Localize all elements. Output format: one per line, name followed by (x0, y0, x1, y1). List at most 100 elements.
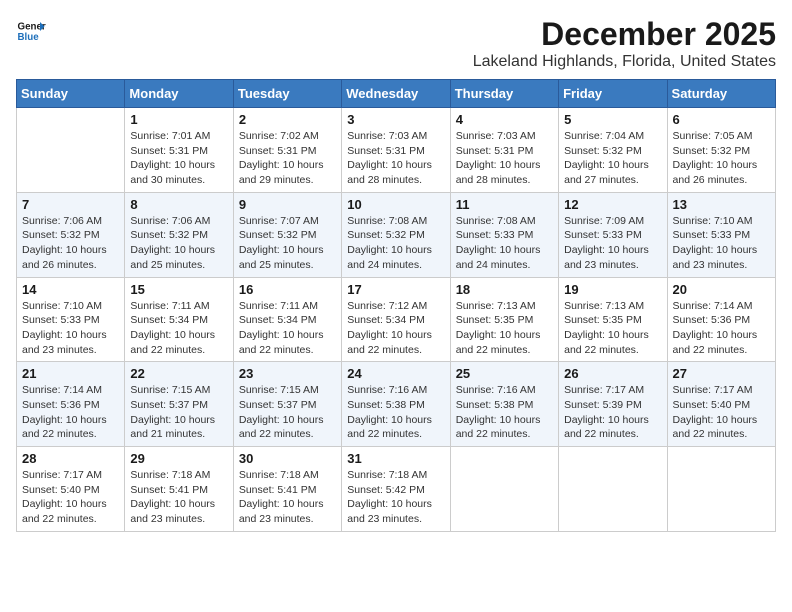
day-number: 13 (673, 197, 770, 212)
day-number: 6 (673, 112, 770, 127)
calendar-cell: 5Sunrise: 7:04 AMSunset: 5:32 PMDaylight… (559, 108, 667, 193)
calendar-cell: 10 Sunrise: 7:08 AMSunset: 5:32 PMDayligh… (342, 192, 450, 277)
calendar-table: SundayMondayTuesdayWednesdayThursdayFrid… (16, 79, 776, 532)
day-info: Sunrise: 7:16 AMSunset: 5:38 PMDaylight:… (456, 383, 553, 442)
weekday-header: Wednesday (342, 80, 450, 108)
day-number: 2 (239, 112, 336, 127)
calendar-cell: 29 Sunrise: 7:18 AMSunset: 5:41 PMDayligh… (125, 447, 233, 532)
calendar-cell: 4 Sunrise: 7:03 AMSunset: 5:31 PMDaylight… (450, 108, 558, 193)
calendar-cell: 27Sunrise: 7:17 AMSunset: 5:40 PMDayligh… (667, 362, 775, 447)
weekday-header: Thursday (450, 80, 558, 108)
calendar-cell: 21 Sunrise: 7:14 AMSunset: 5:36 PMDayligh… (17, 362, 125, 447)
calendar-cell: 18 Sunrise: 7:13 AMSunset: 5:35 PMDayligh… (450, 277, 558, 362)
day-info: Sunrise: 7:03 AMSunset: 5:31 PMDaylight:… (456, 129, 553, 188)
calendar-cell: 9Sunrise: 7:07 AMSunset: 5:32 PMDaylight… (233, 192, 341, 277)
day-number: 18 (456, 282, 553, 297)
calendar-cell: 30Sunrise: 7:18 AMSunset: 5:41 PMDayligh… (233, 447, 341, 532)
day-number: 29 (130, 451, 227, 466)
calendar-week-row: 14 Sunrise: 7:10 AMSunset: 5:33 PMDayligh… (17, 277, 776, 362)
calendar-cell: 22 Sunrise: 7:15 AMSunset: 5:37 PMDayligh… (125, 362, 233, 447)
day-info: Sunrise: 7:11 AMSunset: 5:34 PMDaylight:… (239, 299, 336, 358)
day-info: Sunrise: 7:04 AMSunset: 5:32 PMDaylight:… (564, 129, 661, 188)
day-number: 23 (239, 366, 336, 381)
day-number: 11 (456, 197, 553, 212)
day-number: 12 (564, 197, 661, 212)
page-header: General Blue December 2025 Lakeland High… (16, 16, 776, 71)
calendar-week-row: 28 Sunrise: 7:17 AMSunset: 5:40 PMDayligh… (17, 447, 776, 532)
day-info: Sunrise: 7:10 AMSunset: 5:33 PMDaylight:… (22, 299, 119, 358)
day-info: Sunrise: 7:06 AMSunset: 5:32 PMDaylight:… (130, 214, 227, 273)
calendar-cell: 20 Sunrise: 7:14 AMSunset: 5:36 PMDayligh… (667, 277, 775, 362)
weekday-header: Monday (125, 80, 233, 108)
calendar-subtitle: Lakeland Highlands, Florida, United Stat… (473, 53, 776, 71)
day-info: Sunrise: 7:12 AMSunset: 5:34 PMDaylight:… (347, 299, 444, 358)
day-number: 21 (22, 366, 119, 381)
day-info: Sunrise: 7:02 AMSunset: 5:31 PMDaylight:… (239, 129, 336, 188)
day-number: 20 (673, 282, 770, 297)
calendar-week-row: 1Sunrise: 7:01 AMSunset: 5:31 PMDaylight… (17, 108, 776, 193)
day-info: Sunrise: 7:08 AMSunset: 5:32 PMDaylight:… (347, 214, 444, 273)
day-info: Sunrise: 7:15 AMSunset: 5:37 PMDaylight:… (130, 383, 227, 442)
calendar-cell: 12 Sunrise: 7:09 AMSunset: 5:33 PMDayligh… (559, 192, 667, 277)
calendar-cell: 8 Sunrise: 7:06 AMSunset: 5:32 PMDaylight… (125, 192, 233, 277)
calendar-cell: 16 Sunrise: 7:11 AMSunset: 5:34 PMDayligh… (233, 277, 341, 362)
weekday-header: Tuesday (233, 80, 341, 108)
calendar-cell: 25 Sunrise: 7:16 AMSunset: 5:38 PMDayligh… (450, 362, 558, 447)
day-info: Sunrise: 7:10 AMSunset: 5:33 PMDaylight:… (673, 214, 770, 273)
calendar-cell: 7 Sunrise: 7:06 AMSunset: 5:32 PMDaylight… (17, 192, 125, 277)
day-info: Sunrise: 7:16 AMSunset: 5:38 PMDaylight:… (347, 383, 444, 442)
day-info: Sunrise: 7:18 AMSunset: 5:41 PMDaylight:… (130, 468, 227, 527)
day-number: 3 (347, 112, 444, 127)
day-number: 28 (22, 451, 119, 466)
calendar-cell: 1Sunrise: 7:01 AMSunset: 5:31 PMDaylight… (125, 108, 233, 193)
calendar-title: December 2025 (473, 16, 776, 53)
day-number: 19 (564, 282, 661, 297)
calendar-cell (450, 447, 558, 532)
calendar-cell: 11 Sunrise: 7:08 AMSunset: 5:33 PMDayligh… (450, 192, 558, 277)
calendar-cell: 19 Sunrise: 7:13 AMSunset: 5:35 PMDayligh… (559, 277, 667, 362)
day-number: 10 (347, 197, 444, 212)
title-block: December 2025 Lakeland Highlands, Florid… (473, 16, 776, 71)
calendar-cell (667, 447, 775, 532)
calendar-cell: 6 Sunrise: 7:05 AMSunset: 5:32 PMDaylight… (667, 108, 775, 193)
calendar-cell: 26 Sunrise: 7:17 AMSunset: 5:39 PMDayligh… (559, 362, 667, 447)
day-info: Sunrise: 7:14 AMSunset: 5:36 PMDaylight:… (22, 383, 119, 442)
day-number: 25 (456, 366, 553, 381)
day-info: Sunrise: 7:05 AMSunset: 5:32 PMDaylight:… (673, 129, 770, 188)
day-info: Sunrise: 7:17 AMSunset: 5:40 PMDaylight:… (22, 468, 119, 527)
calendar-cell: 31Sunrise: 7:18 AMSunset: 5:42 PMDayligh… (342, 447, 450, 532)
day-number: 4 (456, 112, 553, 127)
day-info: Sunrise: 7:13 AMSunset: 5:35 PMDaylight:… (564, 299, 661, 358)
day-number: 16 (239, 282, 336, 297)
calendar-cell (17, 108, 125, 193)
day-info: Sunrise: 7:17 AMSunset: 5:40 PMDaylight:… (673, 383, 770, 442)
calendar-cell (559, 447, 667, 532)
day-info: Sunrise: 7:18 AMSunset: 5:42 PMDaylight:… (347, 468, 444, 527)
day-number: 7 (22, 197, 119, 212)
day-info: Sunrise: 7:17 AMSunset: 5:39 PMDaylight:… (564, 383, 661, 442)
day-number: 14 (22, 282, 119, 297)
weekday-header: Sunday (17, 80, 125, 108)
day-info: Sunrise: 7:01 AMSunset: 5:31 PMDaylight:… (130, 129, 227, 188)
calendar-week-row: 21 Sunrise: 7:14 AMSunset: 5:36 PMDayligh… (17, 362, 776, 447)
day-info: Sunrise: 7:14 AMSunset: 5:36 PMDaylight:… (673, 299, 770, 358)
day-info: Sunrise: 7:15 AMSunset: 5:37 PMDaylight:… (239, 383, 336, 442)
logo-icon: General Blue (16, 16, 46, 46)
day-number: 26 (564, 366, 661, 381)
calendar-cell: 15Sunrise: 7:11 AMSunset: 5:34 PMDayligh… (125, 277, 233, 362)
calendar-cell: 3Sunrise: 7:03 AMSunset: 5:31 PMDaylight… (342, 108, 450, 193)
day-info: Sunrise: 7:06 AMSunset: 5:32 PMDaylight:… (22, 214, 119, 273)
day-info: Sunrise: 7:08 AMSunset: 5:33 PMDaylight:… (456, 214, 553, 273)
weekday-header: Saturday (667, 80, 775, 108)
day-info: Sunrise: 7:13 AMSunset: 5:35 PMDaylight:… (456, 299, 553, 358)
calendar-cell: 2 Sunrise: 7:02 AMSunset: 5:31 PMDaylight… (233, 108, 341, 193)
logo: General Blue (16, 16, 46, 46)
day-number: 22 (130, 366, 227, 381)
day-number: 8 (130, 197, 227, 212)
calendar-cell: 28 Sunrise: 7:17 AMSunset: 5:40 PMDayligh… (17, 447, 125, 532)
day-info: Sunrise: 7:11 AMSunset: 5:34 PMDaylight:… (130, 299, 227, 358)
day-info: Sunrise: 7:09 AMSunset: 5:33 PMDaylight:… (564, 214, 661, 273)
calendar-cell: 14 Sunrise: 7:10 AMSunset: 5:33 PMDayligh… (17, 277, 125, 362)
svg-text:Blue: Blue (18, 32, 40, 43)
day-number: 9 (239, 197, 336, 212)
